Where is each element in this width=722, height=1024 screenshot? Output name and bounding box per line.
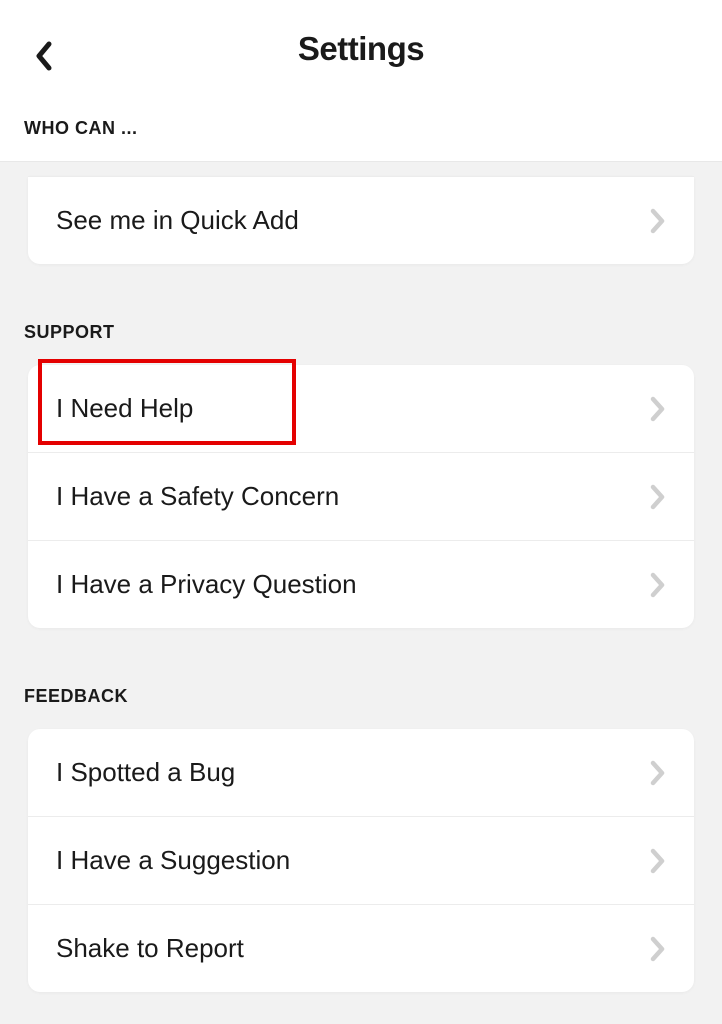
row-quick-add[interactable]: See me in Quick Add bbox=[28, 176, 694, 264]
row-i-need-help[interactable]: I Need Help bbox=[28, 365, 694, 453]
chevron-right-icon bbox=[650, 208, 666, 234]
group-support: I Need Help I Have a Safety Concern I Ha… bbox=[28, 365, 694, 628]
header: Settings WHO CAN ... bbox=[0, 0, 722, 162]
section-label-who-can: WHO CAN ... bbox=[24, 118, 138, 139]
row-spotted-bug[interactable]: I Spotted a Bug bbox=[28, 729, 694, 817]
row-shake-report[interactable]: Shake to Report bbox=[28, 905, 694, 992]
row-label: I Have a Suggestion bbox=[56, 845, 290, 876]
row-suggestion[interactable]: I Have a Suggestion bbox=[28, 817, 694, 905]
group-feedback: I Spotted a Bug I Have a Suggestion Shak… bbox=[28, 729, 694, 992]
row-safety-concern[interactable]: I Have a Safety Concern bbox=[28, 453, 694, 541]
content: See me in Quick Add SUPPORT I Need Help … bbox=[0, 176, 722, 992]
section-label-feedback: FEEDBACK bbox=[24, 686, 698, 707]
row-label: Shake to Report bbox=[56, 933, 244, 964]
page-title: Settings bbox=[0, 30, 722, 68]
row-label: I Spotted a Bug bbox=[56, 757, 235, 788]
chevron-right-icon bbox=[650, 572, 666, 598]
row-label: See me in Quick Add bbox=[56, 205, 299, 236]
chevron-right-icon bbox=[650, 848, 666, 874]
row-privacy-question[interactable]: I Have a Privacy Question bbox=[28, 541, 694, 628]
group-who-can: See me in Quick Add bbox=[28, 176, 694, 264]
row-label: I Need Help bbox=[56, 393, 193, 424]
chevron-right-icon bbox=[650, 760, 666, 786]
chevron-right-icon bbox=[650, 936, 666, 962]
row-label: I Have a Privacy Question bbox=[56, 569, 357, 600]
section-label-support: SUPPORT bbox=[24, 322, 698, 343]
row-label: I Have a Safety Concern bbox=[56, 481, 339, 512]
chevron-right-icon bbox=[650, 396, 666, 422]
chevron-right-icon bbox=[650, 484, 666, 510]
